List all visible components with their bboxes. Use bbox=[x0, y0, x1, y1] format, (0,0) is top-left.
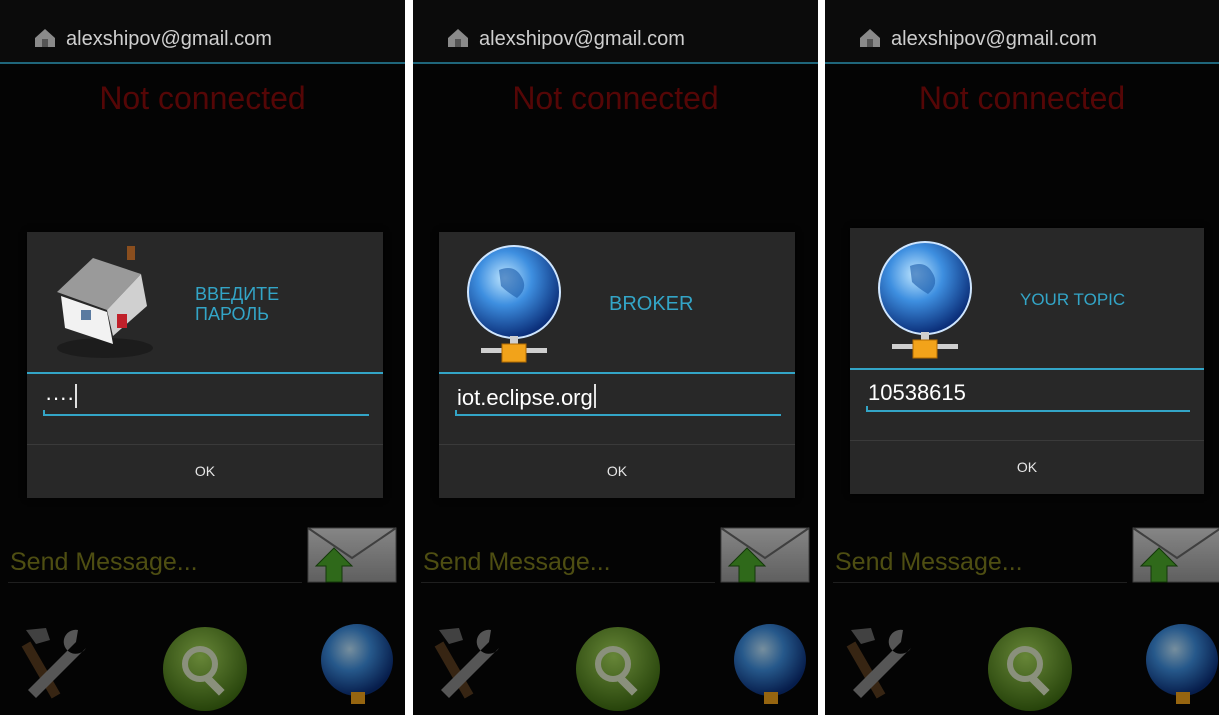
broker-dialog: BROKER iot.eclipse.org OK bbox=[439, 232, 795, 498]
broker-field[interactable]: iot.eclipse.org bbox=[455, 384, 781, 416]
text-cursor bbox=[593, 384, 596, 408]
topic-value: 10538615 bbox=[868, 380, 966, 405]
topic-dialog: YOUR TOPIC 10538615 OK bbox=[850, 228, 1204, 494]
network-globe-icon bbox=[467, 245, 561, 363]
password-field[interactable]: ···· bbox=[43, 384, 369, 416]
ok-button[interactable]: OK bbox=[850, 441, 1204, 494]
broker-value: iot.eclipse.org bbox=[457, 385, 593, 410]
screen-password: alexshipov@gmail.com Not connected Send … bbox=[0, 0, 405, 715]
house-icon bbox=[57, 246, 153, 358]
dialog-header: BROKER bbox=[439, 232, 795, 374]
dialog-title-line1: BROKER bbox=[609, 293, 694, 315]
topic-field[interactable]: 10538615 bbox=[866, 380, 1190, 412]
app-icon bbox=[860, 29, 880, 47]
dialog-title: BROKER bbox=[609, 294, 693, 314]
account-email: alexshipov@gmail.com bbox=[66, 28, 272, 50]
ok-button[interactable]: OK bbox=[27, 445, 383, 498]
dialog-title: ВВЕДИТЕ ПАРОЛЬ bbox=[195, 284, 279, 324]
dialog-title-line1: ВВЕДИТЕ bbox=[195, 284, 280, 304]
dialog-title-line1: YOUR TOPIC bbox=[1020, 290, 1126, 309]
dialog-title-line2: ПАРОЛЬ bbox=[195, 304, 269, 324]
screen-broker: alexshipov@gmail.com Not connected Send … bbox=[413, 0, 818, 715]
network-globe-icon bbox=[878, 241, 972, 359]
app-icon bbox=[448, 29, 468, 47]
screen-topic: alexshipov@gmail.com Not connected Send … bbox=[825, 0, 1219, 715]
password-value: ···· bbox=[45, 385, 75, 410]
dialog-header: YOUR TOPIC bbox=[850, 228, 1204, 370]
password-dialog: ВВЕДИТЕ ПАРОЛЬ ···· OK bbox=[27, 232, 383, 498]
ok-button[interactable]: OK bbox=[439, 445, 795, 498]
action-bar: alexshipov@gmail.com bbox=[825, 0, 1219, 64]
account-email: alexshipov@gmail.com bbox=[891, 28, 1097, 50]
action-bar: alexshipov@gmail.com bbox=[413, 0, 818, 64]
dialog-title: YOUR TOPIC bbox=[1020, 290, 1125, 310]
dialog-header: ВВЕДИТЕ ПАРОЛЬ bbox=[27, 232, 383, 374]
text-cursor bbox=[75, 384, 78, 408]
account-email: alexshipov@gmail.com bbox=[479, 28, 685, 50]
action-bar: alexshipov@gmail.com bbox=[0, 0, 405, 64]
app-icon bbox=[35, 29, 55, 47]
